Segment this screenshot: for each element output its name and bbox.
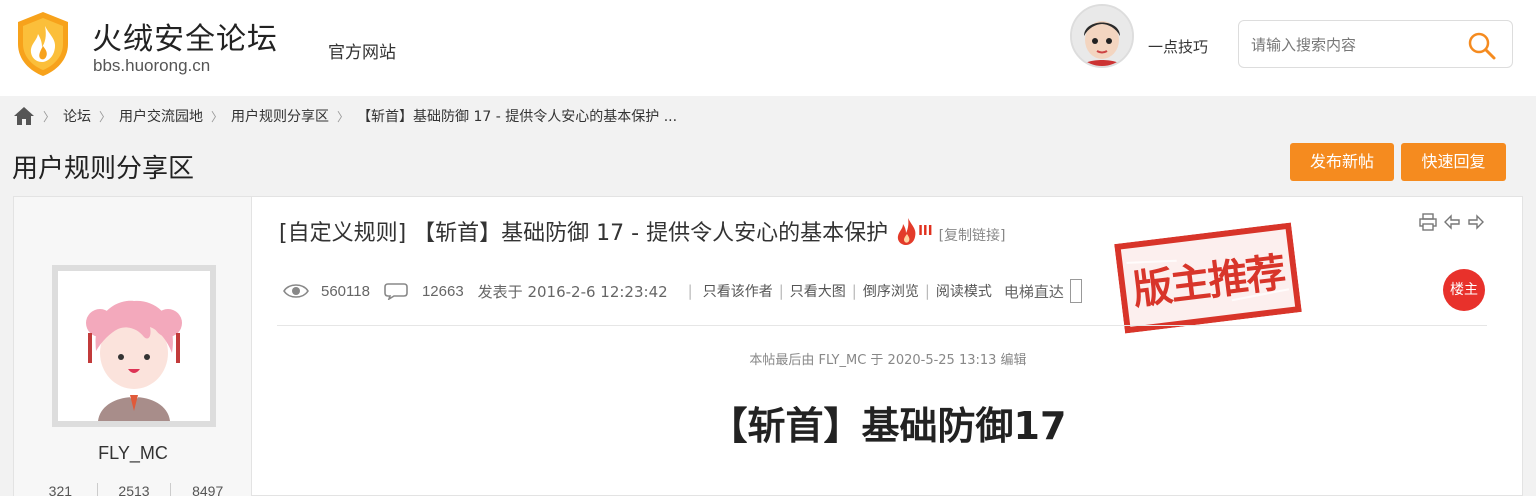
meta-divider: | (778, 282, 784, 300)
breadcrumb-forum[interactable]: 论坛 (63, 106, 91, 126)
search-box (1238, 20, 1513, 68)
reply-count: 12663 (421, 282, 464, 300)
post-date: 发表于 2016-2-6 12:23:42 (477, 282, 668, 301)
avatar[interactable] (1070, 4, 1134, 68)
site-name: 火绒安全论坛 (92, 22, 278, 57)
search-icon[interactable] (1467, 31, 1497, 61)
official-site-link[interactable]: 官方网站 (328, 38, 396, 63)
breadcrumb: 〉 论坛 〉 用户交流园地 〉 用户规则分享区 〉 【斩首】基础防御 17 - … (13, 104, 677, 128)
view-author-only-link[interactable]: 只看该作者 (703, 281, 773, 301)
copy-link[interactable]: [复制链接] (939, 225, 1006, 245)
reading-mode-link[interactable]: 阅读模式 (936, 281, 992, 301)
chevron-right-icon: 〉 (43, 109, 56, 124)
thread-title: [自定义规则] 【斩首】基础防御 17 - 提供令人安心的基本保护 III [复… (279, 215, 1006, 247)
author-stats: 321 2513 8497 (24, 483, 244, 496)
floor-jump-input[interactable] (1069, 279, 1082, 303)
page-title: 用户规则分享区 (12, 154, 195, 184)
thread-meta: 560118 12663 发表于 2016-2-6 12:23:42 | 只看该… (283, 279, 1082, 303)
user-name[interactable]: 一点技巧 (1148, 36, 1208, 57)
view-count: 560118 (321, 282, 370, 300)
home-icon[interactable] (13, 106, 35, 126)
chevron-right-icon: 〉 (99, 109, 112, 124)
site-url: bbs.huorong.cn (93, 56, 211, 75)
breadcrumb-rule-share[interactable]: 用户规则分享区 (231, 106, 329, 126)
post-content: [自定义规则] 【斩首】基础防御 17 - 提供令人安心的基本保护 III [复… (253, 197, 1523, 496)
thread-container: FLY_MC 321 2513 8497 [自定义规则] 【斩首】基础防御 17… (13, 196, 1523, 496)
meta-divider: | (687, 282, 693, 300)
original-poster-badge: 楼主 (1443, 269, 1485, 311)
site-header: 火绒安全论坛 bbs.huorong.cn 官方网站 一点技巧 (0, 0, 1536, 96)
reverse-order-link[interactable]: 倒序浏览 (863, 281, 919, 301)
chevron-right-icon: 〉 (337, 109, 350, 124)
author-stat-posts[interactable]: 2513 (96, 483, 171, 496)
floor-jump-label: 电梯直达 (1003, 282, 1064, 301)
breadcrumb-user-exchange[interactable]: 用户交流园地 (119, 106, 203, 126)
meta-divider: | (924, 282, 930, 300)
meta-divider: | (851, 282, 857, 300)
author-sidebar: FLY_MC 321 2513 8497 (14, 197, 252, 496)
author-stat-credits[interactable]: 8497 (170, 483, 244, 496)
view-large-images-link[interactable]: 只看大图 (790, 281, 846, 301)
heat-level: III (918, 223, 933, 239)
previous-thread-icon[interactable] (1443, 213, 1461, 231)
author-avatar[interactable] (52, 265, 216, 427)
quick-reply-button[interactable]: 快速回复 (1401, 143, 1506, 181)
print-icon[interactable] (1419, 213, 1437, 231)
chevron-right-icon: 〉 (211, 109, 224, 124)
search-input[interactable] (1251, 33, 1461, 57)
post-tools (1419, 213, 1485, 231)
huorong-logo[interactable] (14, 10, 72, 78)
edit-note: 本帖最后由 FLY_MC 于 2020-5-25 13:13 编辑 (749, 353, 1027, 368)
author-stat-threads[interactable]: 321 (24, 483, 97, 496)
thread-title-text: [自定义规则] 【斩首】基础防御 17 - 提供令人安心的基本保护 (279, 221, 889, 246)
author-name[interactable]: FLY_MC (14, 443, 252, 464)
hot-fire-icon (896, 216, 918, 246)
divider (277, 325, 1487, 326)
post-heading: 【斩首】基础防御17 (709, 404, 1067, 448)
eye-icon (283, 282, 309, 300)
comment-icon (384, 282, 410, 301)
new-post-button[interactable]: 发布新帖 (1290, 143, 1394, 181)
next-thread-icon[interactable] (1467, 213, 1485, 231)
breadcrumb-current-thread[interactable]: 【斩首】基础防御 17 - 提供令人安心的基本保护 ... (357, 106, 677, 126)
moderator-recommend-stamp: 版主推荐 (1114, 222, 1302, 334)
